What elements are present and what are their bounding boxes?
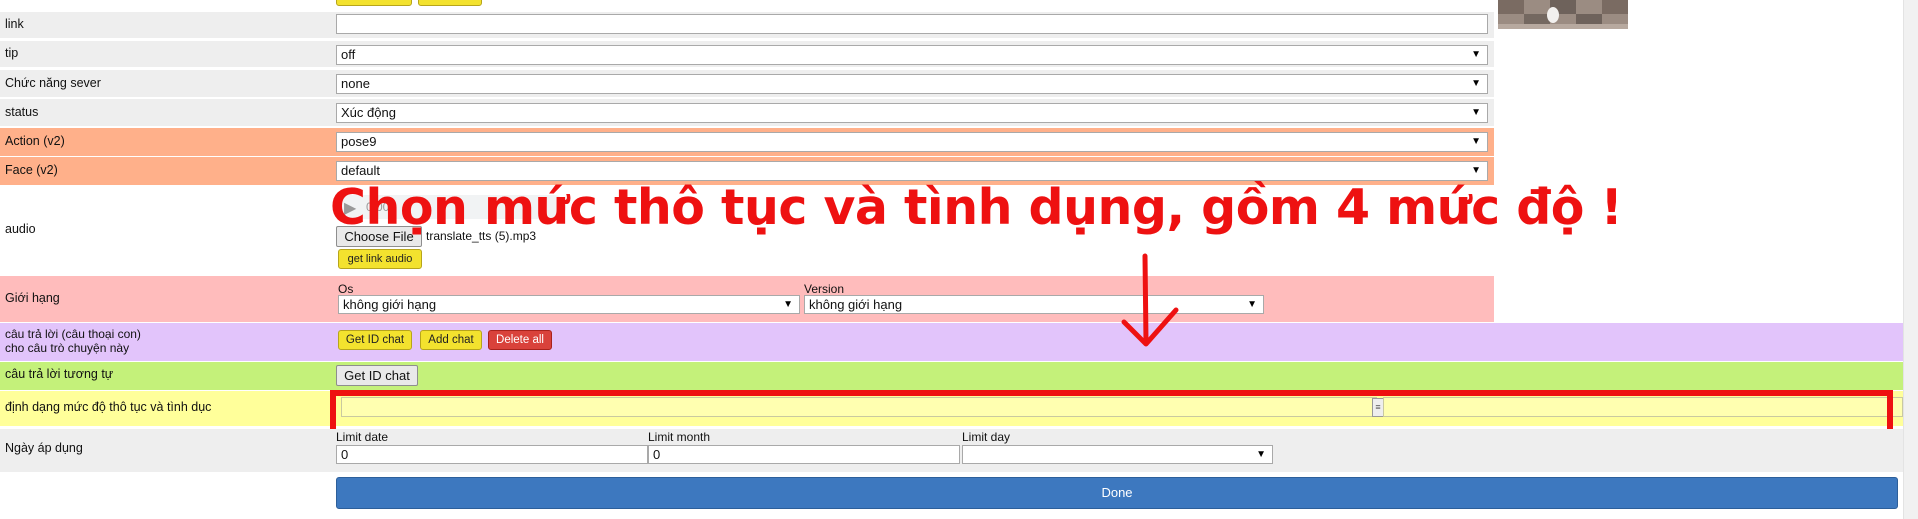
limit-date-input[interactable]: 0 <box>336 445 648 464</box>
vulgarity-label: định dạng mức độ thô tục và tình dục <box>5 400 212 414</box>
row-answers <box>0 323 1918 361</box>
os-label: Os <box>338 282 354 296</box>
server-function-label: Chức năng sever <box>5 76 101 90</box>
get-id-chat-button[interactable]: Get ID chat <box>338 330 412 350</box>
answers-label-line1: câu trả lời (câu thoại con) <box>5 327 141 341</box>
limit-date-label: Limit date <box>336 430 389 444</box>
delete-all-button[interactable]: Delete all <box>488 330 552 350</box>
os-select-value: không giới hạng <box>343 297 437 312</box>
chevron-down-icon: ▼ <box>1247 299 1257 310</box>
tip-label: tip <box>5 46 19 60</box>
action-select[interactable]: pose9 ▼ <box>336 132 1488 152</box>
done-button[interactable]: Done <box>336 477 1898 509</box>
preview-thumbnail <box>1498 0 1628 29</box>
server-function-select-value: none <box>341 76 370 91</box>
limit-month-label: Limit month <box>648 430 711 444</box>
version-label: Version <box>804 282 845 296</box>
row-similar <box>0 362 1918 390</box>
chevron-down-icon: ▼ <box>1471 78 1481 89</box>
chevron-down-icon: ▼ <box>1471 49 1481 60</box>
status-label: status <box>5 105 39 119</box>
face-label: Face (v2) <box>5 163 58 177</box>
tip-select-value: off <box>341 47 356 62</box>
limit-day-select[interactable]: ▼ <box>962 445 1273 464</box>
limit-day-label: Limit day <box>962 430 1011 444</box>
action-label: Action (v2) <box>5 134 65 148</box>
chevron-down-icon: ▼ <box>783 299 793 310</box>
answers-label-line2: cho câu trò chuyện này <box>5 341 130 355</box>
top-partial-button-1[interactable] <box>336 0 412 6</box>
apply-date-label: Ngày áp dụng <box>5 441 83 455</box>
status-select-value: Xúc động <box>341 105 396 120</box>
chevron-down-icon: ▼ <box>1471 107 1481 118</box>
annotation-text: Chọn mức thô tục và tình dụng, gồm 4 mức… <box>330 179 1623 236</box>
top-partial-button-2[interactable] <box>418 0 482 6</box>
os-select[interactable]: không giới hạng ▼ <box>338 295 800 314</box>
audio-label: audio <box>5 222 36 236</box>
link-input[interactable] <box>336 14 1488 34</box>
get-link-audio-button[interactable]: get link audio <box>338 249 422 269</box>
status-select[interactable]: Xúc động ▼ <box>336 103 1488 123</box>
face-select-value: default <box>341 163 381 178</box>
limit-month-input[interactable]: 0 <box>648 445 960 464</box>
chevron-down-icon: ▼ <box>1256 449 1266 460</box>
link-label: link <box>5 17 24 31</box>
server-function-select[interactable]: none ▼ <box>336 74 1488 94</box>
version-select-value: không giới hạng <box>809 297 903 312</box>
similar-label: câu trả lời tương tự <box>5 367 114 381</box>
tip-select[interactable]: off ▼ <box>336 45 1488 65</box>
action-select-value: pose9 <box>341 134 377 149</box>
annotation-arrow-icon <box>1121 253 1179 347</box>
scrollbar[interactable] <box>1903 0 1918 519</box>
chevron-down-icon: ▼ <box>1471 136 1481 147</box>
similar-get-id-chat-button[interactable]: Get ID chat <box>336 365 418 386</box>
add-chat-button[interactable]: Add chat <box>420 330 482 350</box>
limit-label: Giới hạng <box>5 291 60 305</box>
version-select[interactable]: không giới hạng ▼ <box>804 295 1264 314</box>
